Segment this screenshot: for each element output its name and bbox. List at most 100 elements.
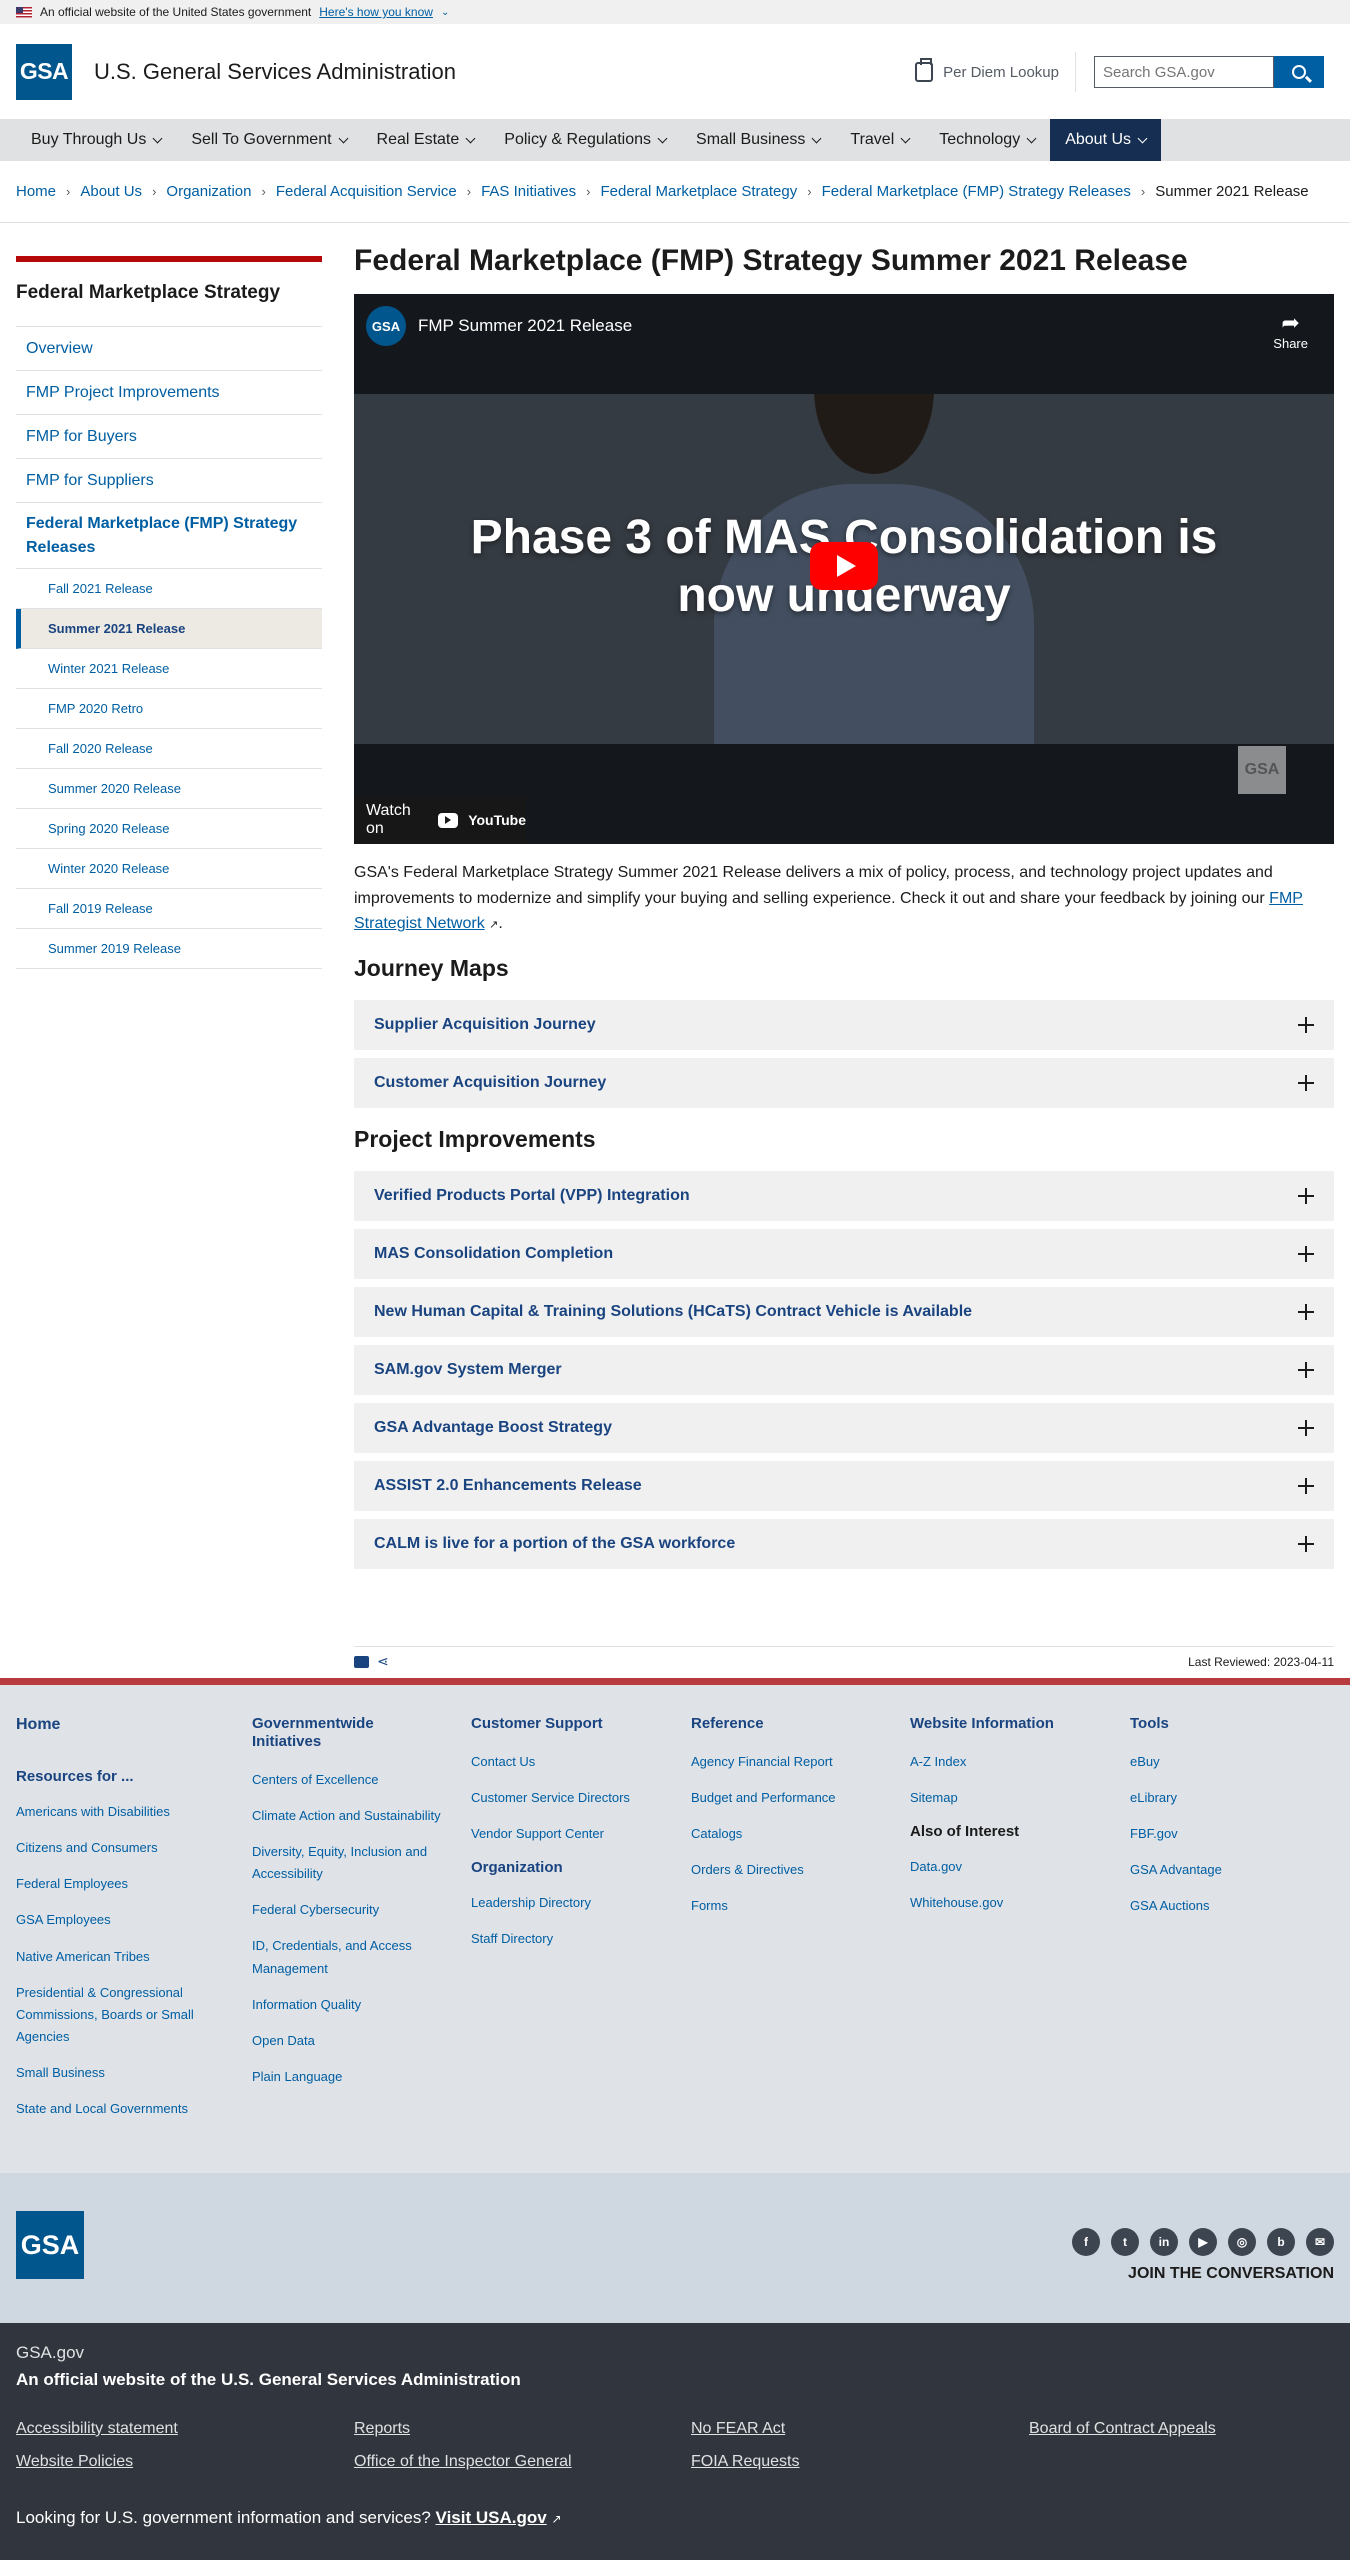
footer-link[interactable]: Agency Financial Report [691,1751,891,1773]
sidenav-sub-winter-2021[interactable]: Winter 2021 Release [16,649,322,689]
breadcrumb-organization[interactable]: Organization [166,183,251,200]
foia-requests-link[interactable]: FOIA Requests [691,2453,800,2471]
play-button-icon[interactable] [810,542,878,590]
accordion-sam[interactable]: SAM.gov System Merger [354,1344,1334,1395]
nav-policy-regulations[interactable]: Policy & Regulations [489,119,681,161]
footer-link[interactable]: GSA Advantage [1130,1859,1330,1881]
accordion-supplier-journey[interactable]: Supplier Acquisition Journey [354,999,1334,1050]
footer-link[interactable]: Data.gov [910,1856,1110,1878]
nav-sell-to-government[interactable]: Sell To Government [176,119,361,161]
accordion-vpp[interactable]: Verified Products Portal (VPP) Integrati… [354,1170,1334,1221]
nav-about-us[interactable]: About Us [1050,119,1162,161]
breadcrumb-about-us[interactable]: About Us [80,183,142,200]
footer-link[interactable]: eBuy [1130,1751,1330,1773]
sidenav-item-overview[interactable]: Overview [16,327,322,371]
breadcrumb-fas-initiatives[interactable]: FAS Initiatives [481,183,576,200]
site-name[interactable]: U.S. General Services Administration [94,59,456,85]
footer-link[interactable]: Citizens and Consumers [16,1837,226,1859]
accordion-advantage[interactable]: GSA Advantage Boost Strategy [354,1402,1334,1453]
youtube-icon[interactable]: ▶ [1189,2228,1217,2256]
footer-link[interactable]: Budget and Performance [691,1787,891,1809]
how-you-know-link[interactable]: Here's how you know [319,5,433,19]
footer-link[interactable]: Information Quality [252,1994,442,2016]
accordion-assist[interactable]: ASSIST 2.0 Enhancements Release [354,1460,1334,1511]
nav-travel[interactable]: Travel [835,119,924,161]
no-fear-act-link[interactable]: No FEAR Act [691,2420,785,2438]
footer-link[interactable]: Orders & Directives [691,1859,891,1881]
email-icon[interactable]: ✉ [1306,2228,1334,2256]
footer-link[interactable]: Federal Employees [16,1873,226,1895]
footer-link[interactable]: Contact Us [471,1751,671,1773]
footer-link[interactable]: State and Local Governments [16,2098,226,2120]
video-title[interactable]: FMP Summer 2021 Release [418,316,632,336]
gsa-footer-logo[interactable]: GSA [16,2211,84,2279]
sidenav-item-suppliers[interactable]: FMP for Suppliers [16,459,322,503]
nav-real-estate[interactable]: Real Estate [362,119,490,161]
watch-on-youtube-button[interactable]: Watch on YouTube [354,796,526,844]
video-share-button[interactable]: ➦ Share [1273,310,1308,351]
footer-link[interactable]: eLibrary [1130,1787,1330,1809]
footer-link[interactable]: Americans with Disabilities [16,1801,226,1823]
footer-link[interactable]: Centers of Excellence [252,1769,442,1791]
sidenav-sub-fall-2020[interactable]: Fall 2020 Release [16,729,322,769]
footer-link[interactable]: Sitemap [910,1787,1110,1809]
sidenav-sub-fall-2019[interactable]: Fall 2019 Release [16,889,322,929]
footer-link[interactable]: Vendor Support Center [471,1823,671,1845]
footer-link[interactable]: Leadership Directory [471,1892,671,1914]
footer-link[interactable]: Small Business [16,2062,226,2084]
sidenav-sub-fmp-2020-retro[interactable]: FMP 2020 Retro [16,689,322,729]
facebook-icon[interactable]: f [1072,2228,1100,2256]
footer-link[interactable]: Presidential & Congressional Commissions… [16,1982,226,2048]
nav-buy-through-us[interactable]: Buy Through Us [16,119,176,161]
footer-link[interactable]: Plain Language [252,2066,442,2088]
instagram-icon[interactable]: ◎ [1228,2228,1256,2256]
website-policies-link[interactable]: Website Policies [16,2453,133,2471]
accordion-customer-journey[interactable]: Customer Acquisition Journey [354,1057,1334,1108]
search-button[interactable] [1274,56,1324,88]
breadcrumb-fas[interactable]: Federal Acquisition Service [276,183,457,200]
sidenav-item-buyers[interactable]: FMP for Buyers [16,415,322,459]
footer-link[interactable]: GSA Employees [16,1909,226,1931]
sidenav-item-releases[interactable]: Federal Marketplace (FMP) Strategy Relea… [16,503,322,569]
sidenav-sub-winter-2020[interactable]: Winter 2020 Release [16,849,322,889]
visit-usa-gov-link[interactable]: Visit USA.gov [436,2508,547,2527]
video-player[interactable]: GSA FMP Summer 2021 Release ➦ Share Phase… [354,294,1334,844]
board-of-contract-appeals-link[interactable]: Board of Contract Appeals [1029,2420,1216,2438]
footer-link[interactable]: Federal Cybersecurity [252,1899,442,1921]
channel-avatar[interactable]: GSA [366,306,406,346]
linkedin-icon[interactable]: in [1150,2228,1178,2256]
footer-link[interactable]: Native American Tribes [16,1946,226,1968]
accordion-calm[interactable]: CALM is live for a portion of the GSA wo… [354,1518,1334,1569]
breadcrumb-fmp-releases[interactable]: Federal Marketplace (FMP) Strategy Relea… [822,183,1131,200]
sidenav-item-project-improvements[interactable]: FMP Project Improvements [16,371,322,415]
footer-link[interactable]: Customer Service Directors [471,1787,671,1809]
search-input[interactable] [1094,56,1274,88]
footer-link[interactable]: A-Z Index [910,1751,1110,1773]
accordion-mas[interactable]: MAS Consolidation Completion [354,1228,1334,1279]
footer-link[interactable]: Climate Action and Sustainability [252,1805,442,1827]
nav-technology[interactable]: Technology [924,119,1050,161]
sidenav-sub-fall-2021[interactable]: Fall 2021 Release [16,569,322,609]
sidenav-sub-spring-2020[interactable]: Spring 2020 Release [16,809,322,849]
blog-icon[interactable]: b [1267,2228,1295,2256]
twitter-icon[interactable]: t [1111,2228,1139,2256]
footer-link[interactable]: Diversity, Equity, Inclusion and Accessi… [252,1841,442,1885]
per-diem-lookup-link[interactable]: Per Diem Lookup [915,52,1076,92]
sidenav-sub-summer-2020[interactable]: Summer 2020 Release [16,769,322,809]
footer-link[interactable]: Forms [691,1895,891,1917]
breadcrumb-home[interactable]: Home [16,183,56,200]
print-icon[interactable] [354,1655,369,1668]
footer-link[interactable]: ID, Credentials, and Access Management [252,1935,442,1979]
nav-small-business[interactable]: Small Business [681,119,835,161]
footer-link[interactable]: GSA Auctions [1130,1895,1330,1917]
accordion-hcats[interactable]: New Human Capital & Training Solutions (… [354,1286,1334,1337]
breadcrumb-fms[interactable]: Federal Marketplace Strategy [600,183,797,200]
footer-link[interactable]: Catalogs [691,1823,891,1845]
accessibility-statement-link[interactable]: Accessibility statement [16,2420,178,2438]
sidenav-sub-summer-2021[interactable]: Summer 2021 Release [16,609,322,649]
gsa-logo[interactable]: GSA [16,43,72,100]
footer-home-link[interactable]: Home [16,1715,226,1734]
footer-link[interactable]: FBF.gov [1130,1823,1330,1845]
share-icon[interactable]: ⋖ [377,1653,389,1670]
footer-link[interactable]: Whitehouse.gov [910,1892,1110,1914]
